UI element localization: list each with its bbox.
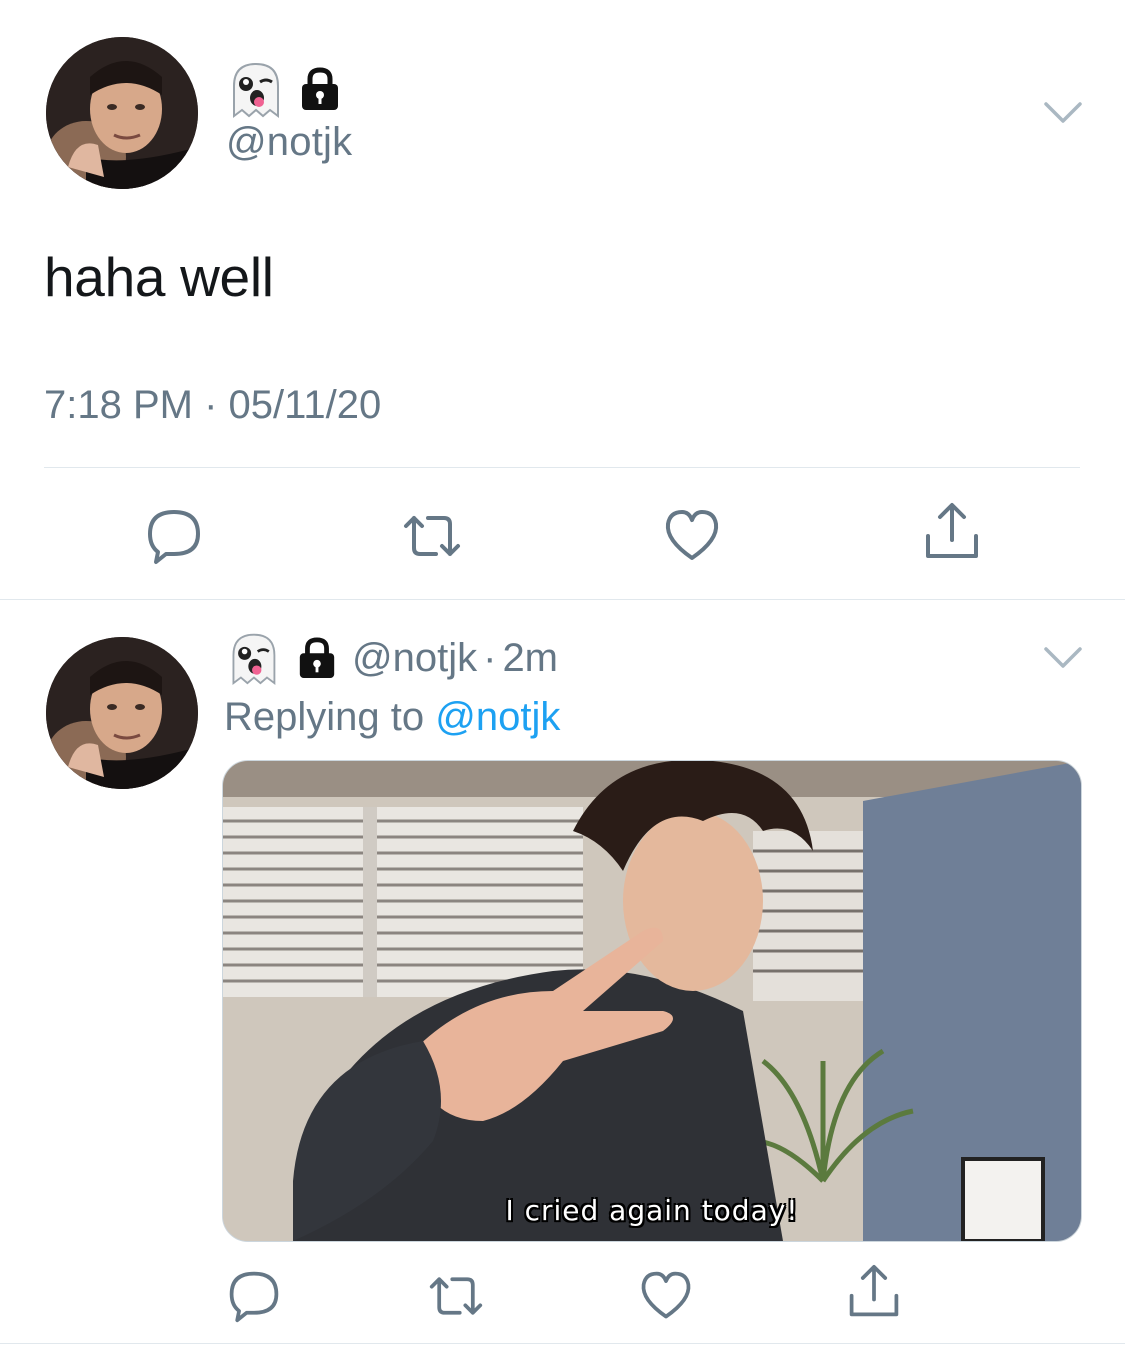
replying-to-prefix: Replying to (224, 695, 425, 739)
tweet-separator (0, 599, 1125, 600)
ghost-icon (233, 62, 279, 118)
retweet-icon[interactable] (424, 1264, 488, 1328)
divider (44, 467, 1080, 468)
reply-handle[interactable]: @notjk (352, 636, 477, 681)
emoji-row (226, 60, 342, 118)
avatar-photo (46, 37, 198, 189)
like-icon[interactable] (660, 504, 724, 568)
ghost-icon (232, 633, 276, 685)
reply-icon[interactable] (222, 1264, 286, 1328)
tweet-text: haha well (44, 246, 274, 308)
lock-icon (299, 637, 335, 679)
replying-to-link[interactable]: @notjk (435, 695, 560, 739)
tweet-timestamp[interactable]: 7:18 PM · 05/11/20 (44, 383, 381, 428)
bottom-divider (0, 1343, 1125, 1344)
lock-icon (302, 67, 338, 110)
share-icon[interactable] (842, 1260, 906, 1324)
reply-age[interactable]: 2m (502, 636, 558, 681)
replying-to-line: Replying to @notjk (224, 695, 560, 740)
reply-meta-row: @notjk · 2m (226, 630, 558, 686)
meta-separator: · (483, 635, 497, 680)
user-handle[interactable]: @notjk (226, 120, 352, 165)
reply-icon[interactable] (142, 504, 206, 568)
avatar[interactable] (46, 37, 198, 189)
tweet-media[interactable]: I cried again today! (222, 760, 1082, 1242)
chevron-down-icon[interactable] (1043, 645, 1083, 671)
media-caption: I cried again today! (505, 1194, 799, 1227)
retweet-icon[interactable] (400, 504, 464, 568)
media-image (223, 761, 1081, 1241)
share-icon[interactable] (920, 500, 984, 564)
chevron-down-icon[interactable] (1043, 100, 1083, 126)
reply-avatar[interactable] (46, 637, 198, 789)
avatar-photo (46, 637, 198, 789)
like-icon[interactable] (634, 1264, 698, 1328)
